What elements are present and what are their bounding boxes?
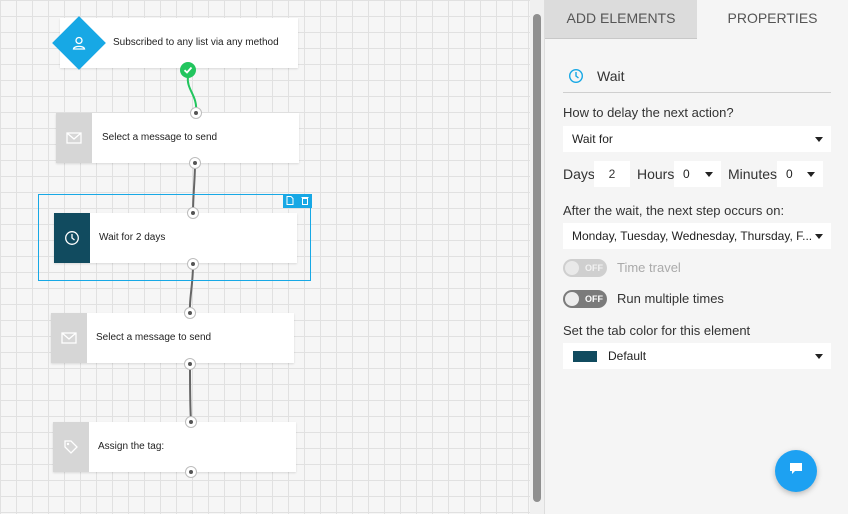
run-multiple-toggle[interactable]: OFF — [563, 290, 607, 308]
node-label: Select a message to send — [102, 132, 218, 143]
tag-node[interactable]: Assign the tag: — [53, 422, 296, 472]
node-toolbar — [283, 194, 312, 208]
after-wait-label: After the wait, the next step occurs on: — [563, 203, 785, 218]
chevron-down-icon — [807, 172, 815, 177]
minutes-select[interactable]: 0 — [777, 161, 823, 187]
color-swatch — [573, 351, 597, 362]
message-node-2[interactable]: Select a message to send — [51, 313, 294, 363]
user-icon — [71, 35, 87, 56]
output-port[interactable] — [189, 157, 201, 169]
chevron-down-icon — [815, 137, 823, 142]
chevron-down-icon — [705, 172, 713, 177]
envelope-icon — [51, 313, 87, 363]
toggle-knob — [565, 261, 579, 275]
hours-select[interactable]: 0 — [674, 161, 721, 187]
input-port[interactable] — [184, 307, 196, 319]
hours-label: Hours — [637, 166, 675, 182]
chat-button[interactable] — [775, 450, 817, 492]
envelope-icon — [56, 113, 92, 163]
toggle-state: OFF — [585, 294, 603, 304]
toggle-knob — [565, 292, 579, 306]
delay-value: Wait for — [572, 132, 613, 146]
node-label: Wait for 2 days — [99, 232, 166, 243]
message-node-1[interactable]: Select a message to send — [56, 113, 299, 163]
node-label: Select a message to send — [96, 332, 212, 343]
run-multiple-label: Run multiple times — [617, 291, 724, 306]
toggle-state: OFF — [585, 263, 603, 273]
properties-panel: ADD ELEMENTS PROPERTIES Wait How to dela… — [545, 0, 848, 514]
workflow-canvas[interactable]: Subscribed to any list via any method Se… — [0, 0, 530, 514]
chevron-down-icon — [815, 354, 823, 359]
days-label: Days — [563, 166, 595, 182]
copy-icon[interactable] — [286, 192, 294, 210]
tab-color-value: Default — [608, 349, 647, 363]
chevron-down-icon — [815, 234, 823, 239]
check-icon — [180, 62, 196, 78]
clock-icon — [568, 68, 584, 89]
tab-add-elements[interactable]: ADD ELEMENTS — [545, 0, 697, 39]
panel-header: Wait — [563, 56, 831, 93]
days-of-week-select[interactable]: Monday, Tuesday, Wednesday, Thursday, F.… — [563, 223, 831, 249]
canvas-scrollbar[interactable] — [530, 0, 545, 514]
chat-bubble-icon — [789, 462, 803, 480]
tag-icon — [53, 422, 89, 472]
minutes-value: 0 — [786, 167, 793, 181]
input-port[interactable] — [190, 107, 202, 119]
time-travel-label: Time travel — [617, 260, 681, 275]
clock-icon — [54, 213, 90, 263]
output-port[interactable] — [185, 466, 197, 478]
input-port[interactable] — [187, 207, 199, 219]
tab-properties[interactable]: PROPERTIES — [697, 0, 848, 38]
time-travel-toggle[interactable]: OFF — [563, 259, 607, 277]
trash-icon[interactable] — [301, 192, 309, 210]
delay-select[interactable]: Wait for — [563, 126, 831, 152]
delay-label: How to delay the next action? — [563, 105, 734, 120]
minutes-label: Minutes — [728, 166, 778, 182]
output-port[interactable] — [187, 258, 199, 270]
days-input[interactable]: 2 — [594, 161, 630, 187]
panel-title: Wait — [597, 68, 625, 84]
node-label: Assign the tag: — [98, 441, 165, 452]
hours-value: 0 — [683, 167, 690, 181]
input-port[interactable] — [185, 416, 197, 428]
tab-color-label: Set the tab color for this element — [563, 323, 751, 338]
wait-node[interactable]: Wait for 2 days — [54, 213, 297, 263]
scrollbar-thumb[interactable] — [533, 14, 541, 502]
days-of-week-value: Monday, Tuesday, Wednesday, Thursday, F.… — [572, 229, 813, 243]
trigger-label: Subscribed to any list via any method — [113, 37, 279, 48]
tab-color-select[interactable]: Default — [563, 343, 831, 369]
output-port[interactable] — [184, 358, 196, 370]
